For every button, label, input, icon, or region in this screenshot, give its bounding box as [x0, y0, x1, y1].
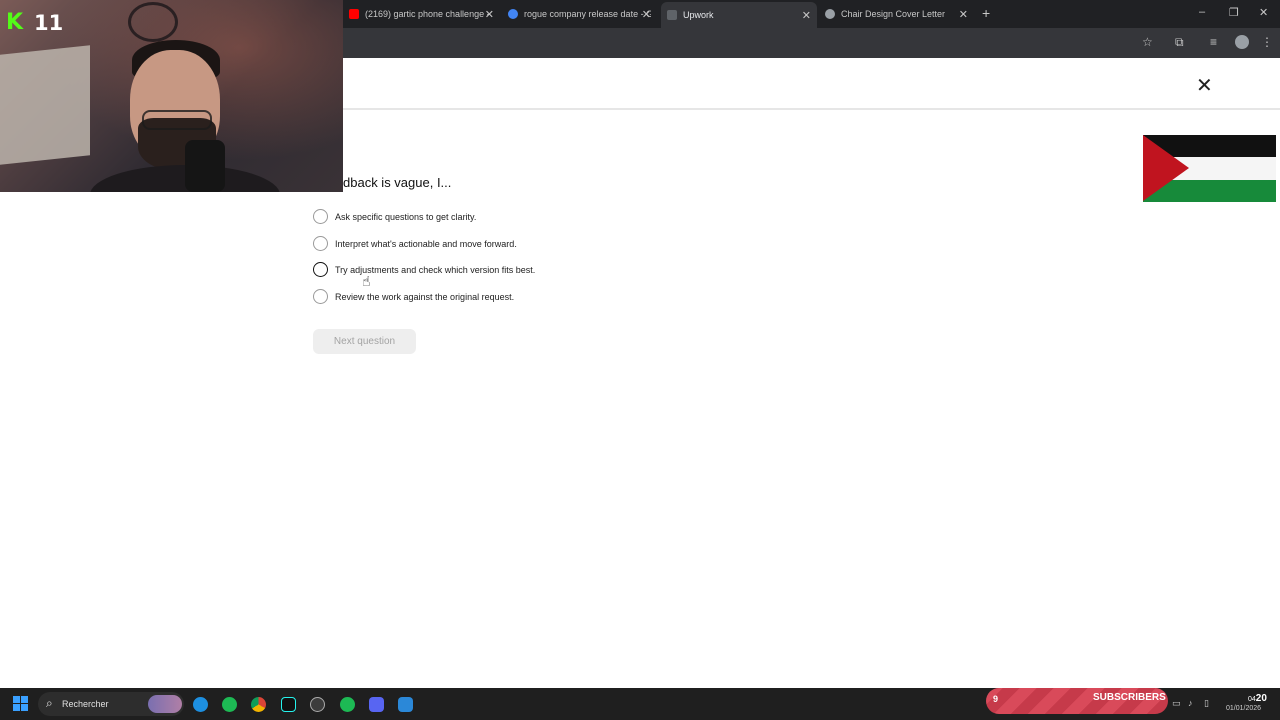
answer-option[interactable]: Interpret what's actionable and move for… [313, 236, 517, 251]
answer-option[interactable]: Ask specific questions to get clarity. [313, 209, 476, 224]
tiktok-icon[interactable] [281, 697, 296, 712]
radio-button[interactable] [313, 236, 328, 251]
webcam-overlay: K 11 [0, 0, 343, 192]
tab-gartic[interactable]: (2169) gartic phone challenge - ✕ [343, 3, 500, 25]
radio-button[interactable] [313, 289, 328, 304]
spotify-icon[interactable] [340, 697, 355, 712]
tab-close-icon[interactable]: ✕ [485, 8, 494, 21]
tab-upwork[interactable]: Upwork ✕ [661, 2, 817, 28]
tab-title: Upwork [683, 10, 714, 20]
tab-title: (2169) gartic phone challenge - [365, 9, 490, 19]
subscriber-count: 9 [993, 694, 999, 704]
tab-close-icon[interactable]: ✕ [959, 8, 968, 21]
answer-option[interactable]: Review the work against the original req… [313, 289, 514, 304]
tab-title: rogue company release date - G [524, 9, 651, 19]
edge-icon[interactable] [193, 697, 208, 712]
volume-icon[interactable]: ♪ [1188, 698, 1193, 708]
maximize-button[interactable]: ❐ [1229, 6, 1239, 19]
profile-avatar[interactable] [1235, 35, 1249, 49]
option-label: Ask specific questions to get clarity. [335, 211, 477, 222]
new-tab-button[interactable]: + [982, 5, 990, 21]
screen: (2169) gartic phone challenge - ✕ rogue … [0, 0, 1280, 720]
extensions-icon[interactable]: ⧉ [1175, 35, 1184, 50]
hand-cursor-icon: ☝ [362, 273, 371, 289]
taskbar-search[interactable]: ⌕ Rechercher [38, 692, 184, 716]
close-icon[interactable]: ✕ [1196, 73, 1213, 98]
bookmark-star-icon[interactable]: ☆ [1142, 35, 1153, 49]
question-text: dback is vague, I... [343, 175, 452, 190]
progress-divider [343, 108, 1280, 110]
search-icon: ⌕ [46, 696, 53, 710]
radio-button[interactable] [313, 209, 328, 224]
option-label: Interpret what's actionable and move for… [335, 238, 517, 249]
network-icon[interactable]: ▭ [1172, 698, 1181, 709]
windows-taskbar: ⌕ Rechercher 9 SUBSCRIBERS ▭ ♪ ▯ 0420 01… [0, 688, 1280, 720]
youtube-icon [349, 9, 359, 19]
tab-title: Chair Design Cover Letter [841, 9, 946, 19]
kick-logo-icon: K [6, 10, 24, 35]
viewer-count: 11 [34, 11, 64, 35]
tab-close-icon[interactable]: ✕ [802, 9, 811, 22]
upwork-icon [667, 10, 677, 20]
battery-icon[interactable]: ▯ [1204, 698, 1209, 709]
chatgpt-icon [825, 9, 835, 19]
search-highlight-icon [148, 695, 182, 713]
minimize-button[interactable]: – [1199, 6, 1205, 18]
app-icon[interactable] [398, 697, 413, 712]
google-icon [508, 9, 518, 19]
answer-option[interactable]: Try adjustments and check which version … [313, 262, 535, 277]
windows-start-icon[interactable] [13, 696, 29, 712]
radio-button[interactable] [313, 262, 328, 277]
menu-dots-icon[interactable]: ⋮ [1261, 35, 1273, 49]
next-question-button[interactable]: Next question [313, 329, 416, 354]
spotify-icon[interactable] [222, 697, 237, 712]
close-window-button[interactable]: ✕ [1259, 6, 1268, 19]
search-placeholder: Rechercher [62, 699, 109, 709]
app-icon[interactable] [310, 697, 325, 712]
subscriber-label: SUBSCRIBERS [1093, 692, 1166, 703]
palestine-flag-image [1143, 135, 1276, 202]
tab-close-icon[interactable]: ✕ [642, 8, 651, 21]
tab-chair-design[interactable]: Chair Design Cover Letter ✕ [819, 3, 974, 25]
media-control-icon[interactable]: ≡ [1210, 35, 1217, 49]
discord-icon[interactable] [369, 697, 384, 712]
chrome-icon[interactable] [251, 697, 266, 712]
tab-google-search[interactable]: rogue company release date - G ✕ [502, 3, 657, 25]
clock-time: 0420 [1248, 693, 1267, 704]
option-label: Review the work against the original req… [335, 291, 515, 302]
clock-date: 01/01/2026 [1226, 705, 1262, 712]
